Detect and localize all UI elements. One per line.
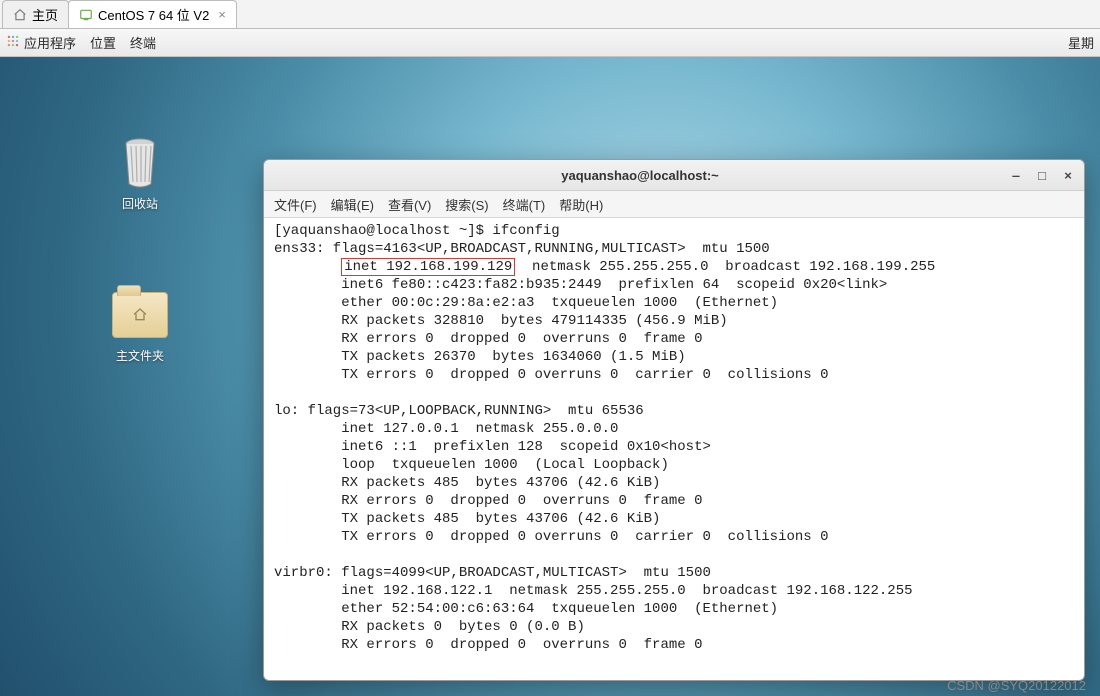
terminal-line: [yaquanshao@localhost ~]$ ifconfig bbox=[274, 223, 560, 239]
gnome-top-bar: 应用程序 位置 终端 星期 bbox=[0, 29, 1100, 57]
terminal-shortcut[interactable]: 终端 bbox=[130, 33, 156, 52]
apps-icon bbox=[6, 34, 20, 51]
terminal-title: yaquanshao@localhost:~ bbox=[272, 168, 1008, 183]
highlighted-inet: inet 192.168.199.129 bbox=[341, 258, 515, 276]
terminal-line: TX packets 485 bytes 43706 (42.6 KiB) bbox=[274, 511, 660, 527]
trash-icon bbox=[112, 135, 168, 191]
terminal-window: yaquanshao@localhost:~ ‒ □ × 文件(F) 编辑(E)… bbox=[263, 159, 1085, 681]
desktop-icon-trash-label: 回收站 bbox=[122, 197, 158, 211]
host-tab-strip: 主页 CentOS 7 64 位 V2 × bbox=[0, 0, 1100, 29]
terminal-menubar: 文件(F) 编辑(E) 查看(V) 搜索(S) 终端(T) 帮助(H) bbox=[264, 191, 1084, 218]
terminal-line: TX errors 0 dropped 0 overruns 0 carrier… bbox=[274, 529, 829, 545]
watermark: CSDN @SYQ20122012 bbox=[947, 678, 1086, 693]
terminal-line: RX packets 328810 bytes 479114335 (456.9… bbox=[274, 313, 728, 329]
host-tab-centos[interactable]: CentOS 7 64 位 V2 × bbox=[68, 0, 237, 28]
apps-menu[interactable]: 应用程序 bbox=[6, 33, 76, 52]
terminal-line: lo: flags=73<UP,LOOPBACK,RUNNING> mtu 65… bbox=[274, 403, 644, 419]
places-menu[interactable]: 位置 bbox=[90, 33, 116, 52]
menu-file[interactable]: 文件(F) bbox=[274, 195, 317, 214]
menu-search[interactable]: 搜索(S) bbox=[445, 195, 488, 214]
terminal-line: netmask 255.255.255.0 broadcast 192.168.… bbox=[515, 259, 935, 275]
terminal-line: loop txqueuelen 1000 (Local Loopback) bbox=[274, 457, 669, 473]
menu-view[interactable]: 查看(V) bbox=[388, 195, 431, 214]
terminal-line: inet6 fe80::c423:fa82:b935:2449 prefixle… bbox=[274, 277, 887, 293]
desktop-icon-home-label: 主文件夹 bbox=[116, 349, 164, 363]
vm-icon bbox=[79, 8, 93, 22]
menu-terminal[interactable]: 终端(T) bbox=[503, 195, 546, 214]
terminal-line: inet 192.168.122.1 netmask 255.255.255.0… bbox=[274, 583, 913, 599]
terminal-line: ens33: flags=4163<UP,BROADCAST,RUNNING,M… bbox=[274, 241, 770, 257]
host-tab-home[interactable]: 主页 bbox=[2, 0, 69, 28]
apps-label: 应用程序 bbox=[24, 33, 76, 52]
terminal-line: RX packets 485 bytes 43706 (42.6 KiB) bbox=[274, 475, 660, 491]
terminal-line: TX errors 0 dropped 0 overruns 0 carrier… bbox=[274, 367, 829, 383]
minimize-button[interactable]: ‒ bbox=[1008, 167, 1024, 183]
terminal-line: inet6 ::1 prefixlen 128 scopeid 0x10<hos… bbox=[274, 439, 711, 455]
terminal-body[interactable]: [yaquanshao@localhost ~]$ ifconfig ens33… bbox=[264, 218, 1084, 680]
desktop-icon-home[interactable]: 主文件夹 bbox=[100, 287, 180, 364]
terminal-line: RX errors 0 dropped 0 overruns 0 frame 0 bbox=[274, 493, 702, 509]
terminal-line: ether 00:0c:29:8a:e2:a3 txqueuelen 1000 … bbox=[274, 295, 778, 311]
host-tab-centos-label: CentOS 7 64 位 V2 bbox=[98, 5, 209, 24]
folder-icon bbox=[112, 287, 168, 343]
terminal-line: ether 52:54:00:c6:63:64 txqueuelen 1000 … bbox=[274, 601, 778, 617]
desktop-icon-trash[interactable]: 回收站 bbox=[100, 135, 180, 212]
terminal-line: inet 127.0.0.1 netmask 255.0.0.0 bbox=[274, 421, 618, 437]
terminal-titlebar[interactable]: yaquanshao@localhost:~ ‒ □ × bbox=[264, 160, 1084, 191]
menu-edit[interactable]: 编辑(E) bbox=[331, 195, 374, 214]
terminal-line: RX errors 0 dropped 0 overruns 0 frame 0 bbox=[274, 331, 702, 347]
menu-help[interactable]: 帮助(H) bbox=[559, 195, 603, 214]
home-glyph-icon bbox=[113, 307, 167, 326]
close-button[interactable]: × bbox=[1060, 167, 1076, 183]
terminal-line: virbr0: flags=4099<UP,BROADCAST,MULTICAS… bbox=[274, 565, 711, 581]
terminal-line: TX packets 26370 bytes 1634060 (1.5 MiB) bbox=[274, 349, 686, 365]
close-icon[interactable]: × bbox=[218, 7, 226, 22]
terminal-line: RX errors 0 dropped 0 overruns 0 frame 0 bbox=[274, 637, 702, 653]
terminal-line: RX packets 0 bytes 0 (0.0 B) bbox=[274, 619, 585, 635]
home-icon bbox=[13, 8, 27, 22]
vm-desktop: 应用程序 位置 终端 星期 回收站 主文件夹 yaqua bbox=[0, 29, 1100, 696]
host-tab-home-label: 主页 bbox=[32, 5, 58, 24]
clock[interactable]: 星期 bbox=[1068, 33, 1094, 52]
maximize-button[interactable]: □ bbox=[1034, 167, 1050, 183]
